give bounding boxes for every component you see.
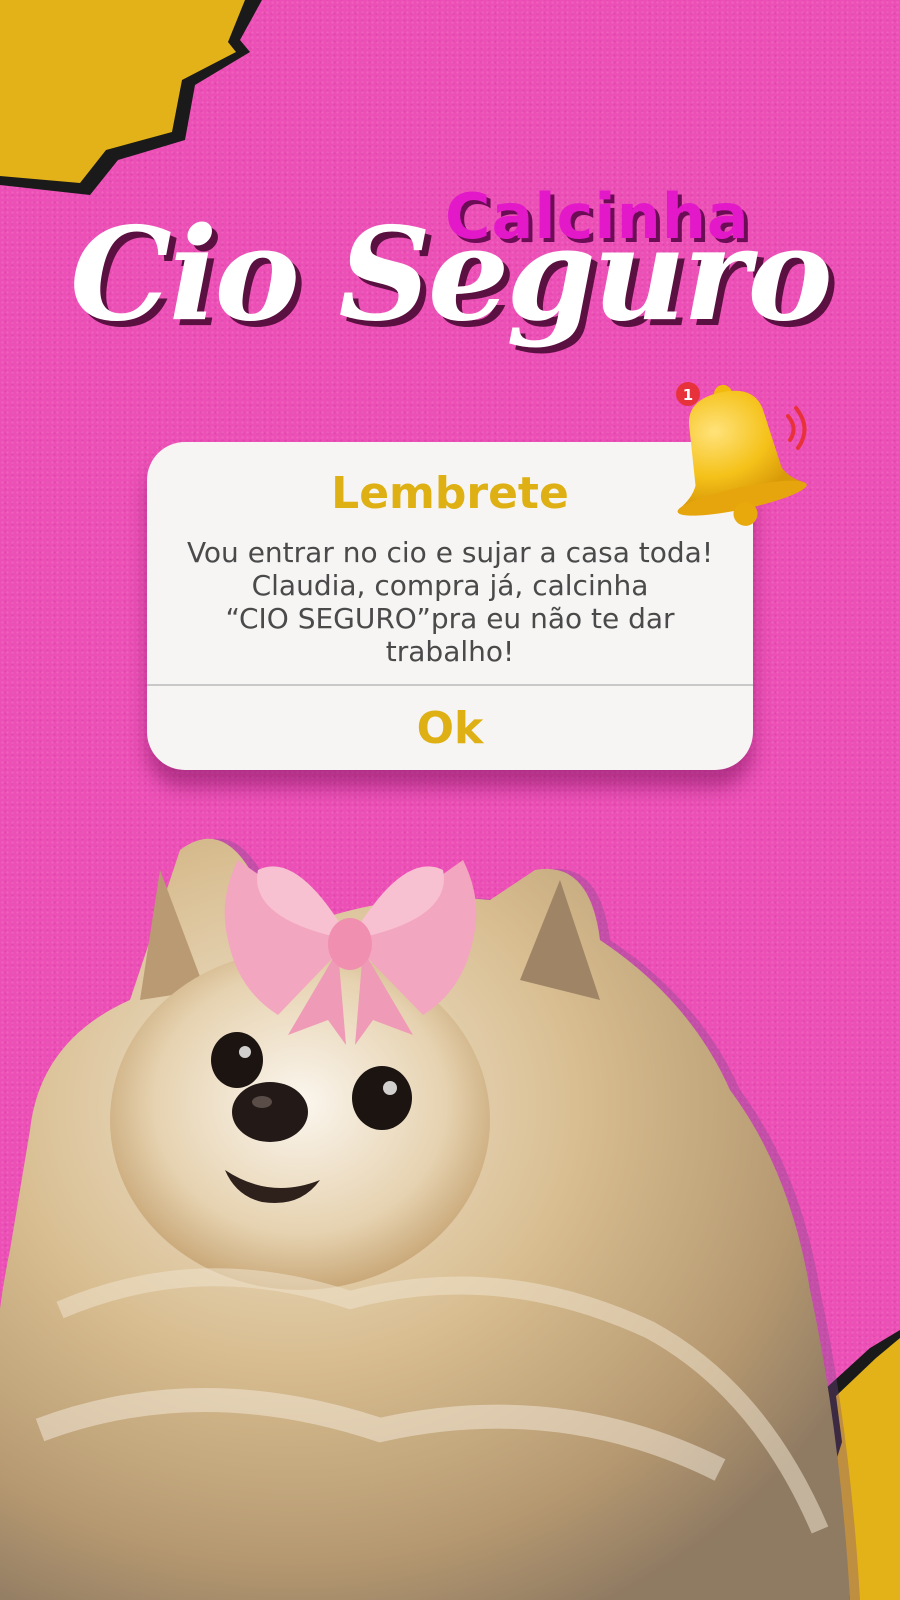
dialog-message: Vou entrar no cio e sujar a casa toda! C… — [167, 536, 733, 668]
dialog-message-line: trabalho! — [385, 635, 515, 668]
pink-bow-image — [224, 860, 477, 1045]
poster-subtitle: Calcinha — [445, 180, 750, 253]
dialog-message-line: Vou entrar no cio e sujar a casa toda! — [186, 536, 714, 569]
dialog-message-line: Claudia, compra já, calcinha — [251, 569, 649, 602]
poster-title-group: Cio Seguro Calcinha — [0, 170, 900, 380]
dialog-message-line: “CIO SEGURO”pra eu não te dar — [225, 602, 675, 635]
bell-badge: 1 — [683, 386, 693, 404]
ok-button[interactable]: Ok — [147, 686, 753, 770]
bell-icon: 1 — [676, 382, 807, 526]
